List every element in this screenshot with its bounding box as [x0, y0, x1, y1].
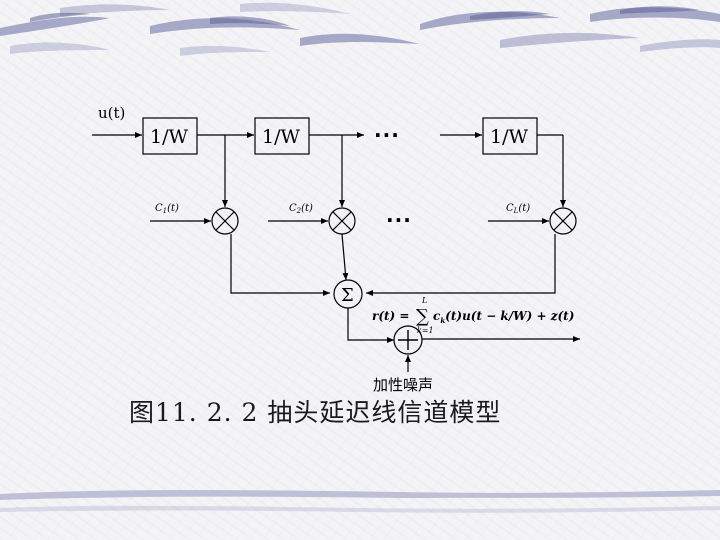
figure-caption: 图11. 2. 2 抽头延迟线信道模型 — [129, 398, 501, 427]
delay-label-1: 1/W — [150, 126, 188, 148]
input-signal-label: u(t) — [98, 104, 125, 122]
delay-block-3: 1/W — [482, 117, 538, 155]
svg-text:CL(t): CL(t) — [506, 203, 530, 215]
coefficient-3: CL(t) — [506, 203, 530, 215]
svg-text:L: L — [421, 296, 427, 305]
svg-text:r(t) =: r(t) = — [372, 309, 409, 323]
mult-out-2 — [341, 233, 349, 281]
svg-text:k=1: k=1 — [417, 326, 434, 335]
multiplier-2 — [328, 207, 356, 235]
noise-label: 加性噪声 — [373, 376, 433, 394]
coefficient-1: C1(t) — [155, 203, 179, 215]
multiplier-3 — [549, 207, 577, 235]
svg-text:C2(t): C2(t) — [289, 203, 313, 215]
output-formula: r(t) = ∑ L k=1 ck(t)u(t − k/W) + z(t) — [372, 296, 574, 335]
delay-label-3: 1/W — [490, 126, 528, 148]
ellipsis-mid: ··· — [386, 208, 412, 232]
svg-text:∑: ∑ — [416, 306, 429, 327]
sum-symbol: Σ — [341, 285, 354, 306]
multiplier-1 — [211, 207, 239, 235]
summation-node: Σ — [333, 279, 363, 309]
svg-text:C1(t): C1(t) — [155, 203, 179, 215]
delay-block-2: 1/W — [254, 117, 310, 155]
ellipsis-top: ··· — [374, 123, 400, 147]
mult-out-3 — [366, 234, 556, 296]
coefficient-2: C2(t) — [289, 203, 313, 215]
svg-text:ck(t)u(t − k/W) + z(t): ck(t)u(t − k/W) + z(t) — [433, 309, 574, 325]
delay-label-2: 1/W — [262, 126, 300, 148]
slide: u(t) 1/W 1/W 1/W ··· ··· C1(t) C2(t) CL(… — [0, 0, 720, 540]
tapped-delay-line-diagram: u(t) 1/W 1/W 1/W ··· ··· C1(t) C2(t) CL(… — [92, 104, 580, 427]
delay-block-1: 1/W — [142, 117, 198, 155]
mult-out-1 — [230, 234, 330, 296]
